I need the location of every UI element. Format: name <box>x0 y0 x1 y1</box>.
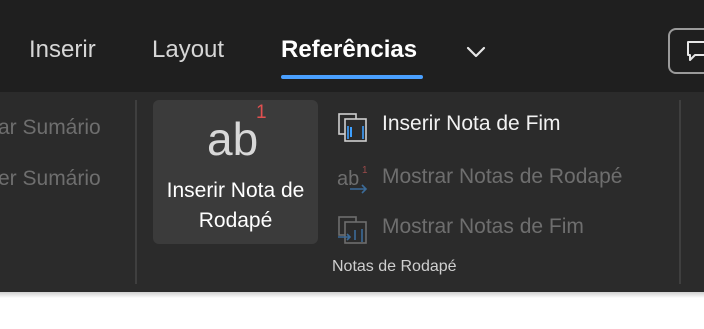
footnotes-group-label: Notas de Rodapé <box>332 258 457 275</box>
insert-endnote-label: Inserir Nota de Fim <box>382 112 561 135</box>
remove-toc-item: er Sumário <box>0 167 101 190</box>
group-separator <box>135 100 137 284</box>
insert-footnote-label-line1: Inserir Nota de <box>166 179 305 202</box>
comment-icon <box>687 41 704 61</box>
more-tabs-chevron[interactable] <box>464 40 488 64</box>
active-tab-indicator <box>281 75 423 79</box>
show-endnotes-icon <box>338 216 367 244</box>
svg-text:ab: ab <box>337 168 359 190</box>
insert-footnote-button[interactable]: ab 1 Inserir Nota de Rodapé <box>153 100 318 244</box>
group-separator <box>679 100 681 284</box>
update-toc-item: ar Sumário <box>0 116 101 139</box>
ribbon-tab-bar: Inserir Layout Referências <box>0 0 704 92</box>
footnote-icon: ab <box>207 113 259 165</box>
tab-referencias[interactable]: Referências <box>281 36 417 64</box>
ribbon-shadow <box>0 292 704 298</box>
show-footnotes-icon: ab 1 <box>337 165 368 194</box>
svg-text:1: 1 <box>362 165 368 176</box>
show-endnotes-label: Mostrar Notas de Fim <box>382 215 584 238</box>
chevron-down-icon <box>466 46 486 58</box>
show-footnotes-label: Mostrar Notas de Rodapé <box>382 165 623 188</box>
comments-button[interactable] <box>668 28 704 74</box>
footnote-superscript: 1 <box>256 102 267 123</box>
insert-footnote-label-line2: Rodapé <box>198 209 273 232</box>
insert-endnote-icon <box>338 113 367 142</box>
tab-layout[interactable]: Layout <box>152 36 224 64</box>
tab-inserir[interactable]: Inserir <box>29 36 96 64</box>
